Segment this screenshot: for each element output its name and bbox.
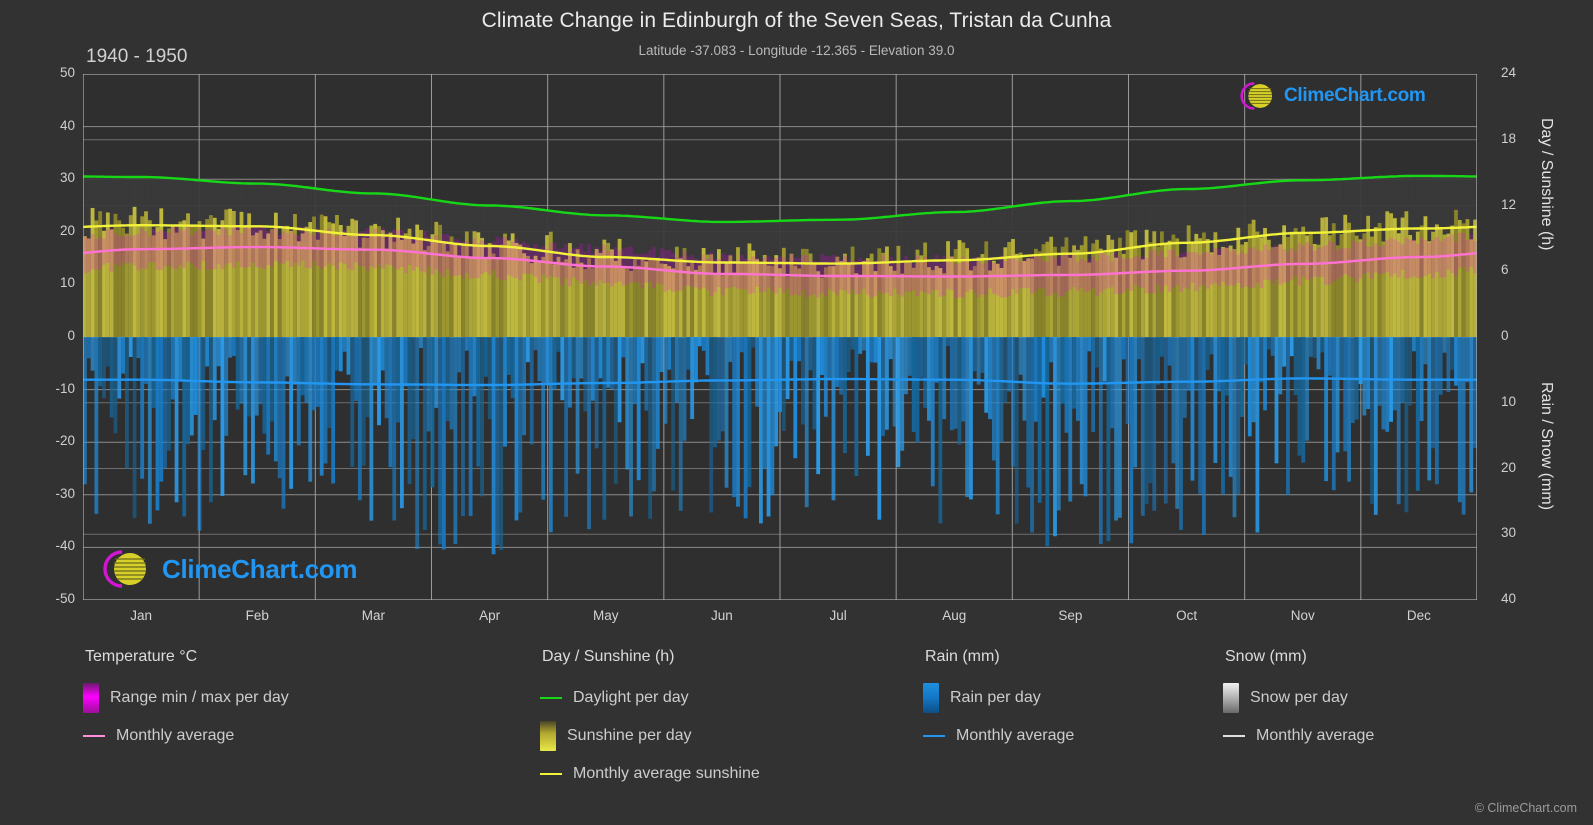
x-axis-label-jun: Jun [711, 608, 733, 623]
y-right-bottom-tick-20: 20 [1501, 459, 1517, 475]
legend-swatch-icon [83, 683, 99, 713]
x-axis-label-dec: Dec [1406, 608, 1431, 623]
chart-legend: Temperature °C Range min / max per day Mon… [83, 648, 1503, 798]
legend-heading-rain: Rain (mm) [925, 648, 1000, 665]
legend-column-temperature: Temperature °C Range min / max per day Mon… [83, 648, 289, 755]
x-axis-label-sep: Sep [1058, 608, 1083, 623]
y-right-top-tick-24: 24 [1501, 65, 1517, 80]
legend-item-rain-0[interactable]: Rain per day [923, 679, 1074, 717]
legend-swatch-icon [923, 683, 939, 713]
legend-item-daylight-0[interactable]: Daylight per day [540, 679, 760, 717]
legend-label: Monthly average [956, 727, 1075, 744]
chart-subtitle: Latitude -37.083 - Longitude -12.365 - E… [638, 43, 955, 58]
legend-line-icon [540, 773, 562, 775]
x-axis-label-may: May [592, 608, 619, 623]
y-right-top-tick-6: 6 [1501, 262, 1509, 278]
legend-column-daylight: Day / Sunshine (h) Daylight per day Sunshi… [540, 648, 760, 793]
legend-heading-temperature: Temperature °C [85, 648, 198, 665]
legend-label: Snow per day [1250, 689, 1348, 706]
logo-text-small: ClimeChart.com [1284, 85, 1426, 106]
legend-column-rain: Rain (mm) Rain per day Monthly average [923, 648, 1074, 755]
y-left-tick--40: -40 [55, 538, 75, 554]
y-left-tick-50: 50 [59, 65, 75, 80]
climechart-logo-icon [103, 550, 146, 588]
legend-heading-daylight: Day / Sunshine (h) [542, 648, 675, 665]
legend-label: Monthly average sunshine [573, 765, 760, 782]
legend-item-temperature-0[interactable]: Range min / max per day [83, 679, 289, 717]
climate-plot-svg [83, 74, 1477, 600]
climechart-watermark-logo: ClimeChart.com [92, 546, 357, 592]
legend-label: Sunshine per day [567, 727, 692, 744]
legend-swatch-icon [540, 721, 556, 751]
legend-line-icon [540, 697, 562, 699]
legend-label: Rain per day [950, 689, 1041, 706]
y-left-tick-10: 10 [59, 275, 75, 291]
y-right-top-tick-12: 12 [1501, 196, 1517, 212]
y-left-tick--10: -10 [55, 380, 75, 396]
y-left-tick-30: 30 [59, 170, 75, 186]
legend-line-icon [923, 735, 945, 737]
y-right-bottom-tick-30: 30 [1501, 525, 1517, 541]
page-title: Climate Change in Edinburgh of the Seven… [481, 9, 1112, 32]
y-right-top-tick-0: 0 [1501, 328, 1509, 343]
y-left-tick--50: -50 [55, 591, 75, 606]
x-axis-label-jan: Jan [130, 608, 152, 623]
period-label: 1940 - 1950 [86, 46, 188, 67]
y-left-tick--30: -30 [55, 485, 75, 501]
climechart-logo-small: ClimeChart.com [1232, 78, 1426, 114]
legend-item-rain-1[interactable]: Monthly average [923, 717, 1074, 755]
copyright-text: © ClimeChart.com [1474, 801, 1577, 815]
climate-chart-page: Climate Change in Edinburgh of the Seven… [0, 0, 1593, 825]
y-left-tick-40: 40 [59, 117, 75, 133]
legend-item-snow-0[interactable]: Snow per day [1223, 679, 1374, 717]
legend-item-daylight-2[interactable]: Monthly average sunshine [540, 755, 760, 793]
legend-item-daylight-1[interactable]: Sunshine per day [540, 717, 760, 755]
y-right-top-tick-18: 18 [1501, 130, 1517, 146]
legend-label: Monthly average [116, 727, 235, 744]
logo-text: ClimeChart.com [162, 553, 358, 584]
y-right-bottom-tick-10: 10 [1501, 393, 1517, 409]
legend-label: Monthly average [1256, 727, 1375, 744]
x-axis-label-aug: Aug [942, 608, 967, 623]
legend-item-snow-1[interactable]: Monthly average [1223, 717, 1374, 755]
x-axis-label-feb: Feb [245, 608, 269, 623]
legend-swatch-icon [1223, 683, 1239, 713]
x-axis-label-apr: Apr [479, 608, 501, 623]
y-left-tick-20: 20 [59, 222, 75, 238]
x-axis-label-nov: Nov [1290, 608, 1315, 623]
legend-heading-snow: Snow (mm) [1225, 648, 1307, 665]
x-axis-label-jul: Jul [829, 608, 847, 623]
x-axis-label-oct: Oct [1176, 608, 1198, 623]
legend-line-icon [83, 735, 105, 737]
y-left-tick--20: -20 [55, 433, 75, 449]
climechart-logo-icon-small [1240, 82, 1273, 110]
legend-line-icon [1223, 735, 1245, 737]
legend-label: Daylight per day [573, 689, 689, 706]
y-right-bottom-tick-40: 40 [1501, 591, 1517, 606]
legend-column-snow: Snow (mm) Snow per day Monthly average [1223, 648, 1374, 755]
legend-item-temperature-1[interactable]: Monthly average [83, 717, 289, 755]
y-left-tick-0: 0 [67, 328, 75, 343]
x-axis-label-mar: Mar [361, 608, 386, 623]
plot-area [83, 74, 1477, 600]
legend-label: Range min / max per day [110, 689, 289, 706]
